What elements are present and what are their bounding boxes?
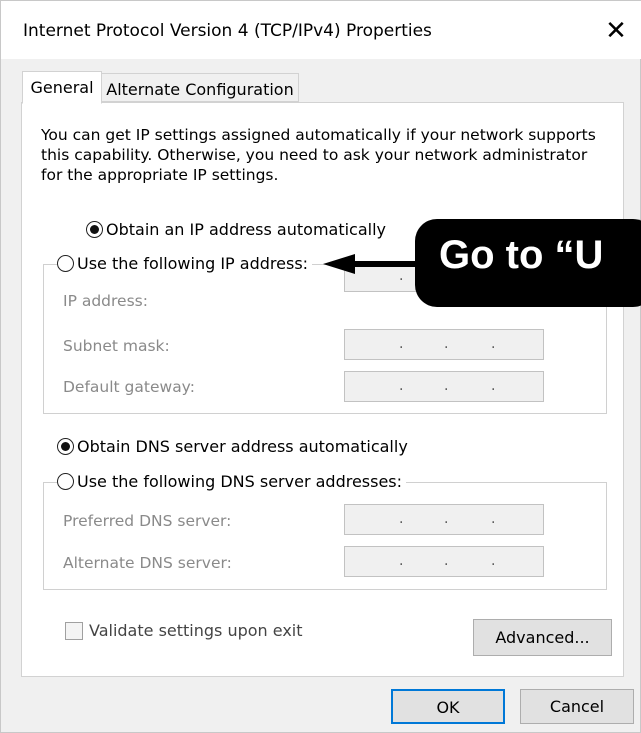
default-gateway-input[interactable]: ... [344, 371, 544, 402]
use-dns-manual-option[interactable]: Use the following DNS server addresses: [57, 472, 407, 491]
use-dns-manual-radio[interactable] [57, 473, 74, 490]
preferred-dns-label: Preferred DNS server: [63, 512, 232, 530]
ok-button[interactable]: OK [391, 689, 505, 724]
obtain-ip-auto-label: Obtain an IP address automatically [106, 220, 387, 239]
obtain-ip-auto-radio[interactable] [86, 221, 103, 238]
callout-box: Go to “U [415, 219, 641, 307]
use-ip-manual-label: Use the following IP address: [77, 254, 309, 273]
cancel-button[interactable]: Cancel [520, 689, 634, 724]
tab-general[interactable]: General [22, 71, 102, 104]
alternate-dns-input[interactable]: ... [344, 546, 544, 577]
subnet-mask-label: Subnet mask: [63, 337, 170, 355]
obtain-dns-auto-option[interactable]: Obtain DNS server address automatically [57, 437, 412, 456]
preferred-dns-input[interactable]: ... [344, 504, 544, 535]
tab-alternate-configuration[interactable]: Alternate Configuration [102, 73, 299, 102]
intro-text: You can get IP settings assigned automat… [41, 126, 596, 184]
subnet-mask-input[interactable]: ... [344, 329, 544, 360]
use-dns-manual-label: Use the following DNS server addresses: [77, 472, 403, 491]
close-icon[interactable]: ✕ [598, 11, 634, 51]
default-gateway-label: Default gateway: [63, 378, 195, 396]
title-bar: Internet Protocol Version 4 (TCP/IPv4) P… [1, 1, 641, 59]
use-ip-manual-option[interactable]: Use the following IP address: [57, 254, 313, 273]
obtain-ip-auto-option[interactable]: Obtain an IP address automatically [86, 220, 391, 239]
callout-text: Go to “U [439, 233, 604, 277]
dialog-window: Internet Protocol Version 4 (TCP/IPv4) P… [0, 0, 641, 733]
general-tab-panel: You can get IP settings assigned automat… [21, 102, 624, 677]
window-title: Internet Protocol Version 4 (TCP/IPv4) P… [23, 21, 432, 41]
validate-settings-checkbox[interactable] [65, 621, 83, 640]
obtain-dns-auto-radio[interactable] [57, 438, 74, 455]
ip-address-label: IP address: [63, 292, 148, 310]
obtain-dns-auto-label: Obtain DNS server address automatically [77, 437, 408, 456]
advanced-button[interactable]: Advanced... [473, 619, 612, 656]
validate-settings-label: Validate settings upon exit [89, 621, 303, 640]
validate-settings-option[interactable]: Validate settings upon exit [65, 621, 303, 640]
use-ip-manual-radio[interactable] [57, 255, 74, 272]
alternate-dns-label: Alternate DNS server: [63, 554, 232, 572]
callout-arrow-icon [323, 254, 355, 274]
